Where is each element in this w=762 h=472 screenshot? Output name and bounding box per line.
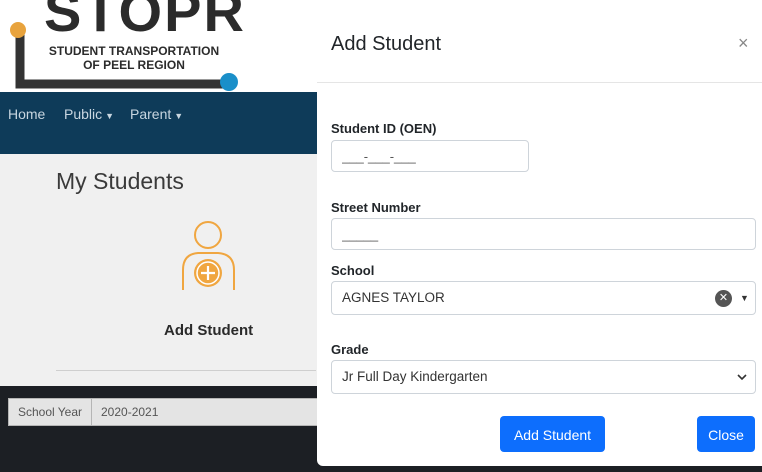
modal-header-divider — [317, 82, 762, 83]
stopr-logo[interactable]: STOPR STUDENT TRANSPORTATION OF PEEL REG… — [0, 0, 300, 92]
school-year-value: 2020-2021 — [101, 405, 159, 419]
nav-parent-label: Parent — [130, 106, 172, 122]
street-number-label: Street Number — [331, 200, 421, 215]
caret-down-icon[interactable]: ▼ — [740, 293, 749, 303]
grade-label: Grade — [331, 342, 369, 357]
logo-tagline-2: OF PEEL REGION — [83, 58, 185, 72]
add-student-link[interactable]: Add Student — [164, 322, 253, 339]
student-id-input[interactable] — [331, 140, 529, 172]
caret-down-icon: ▼ — [174, 111, 184, 121]
add-student-button[interactable]: Add Student — [500, 416, 605, 452]
nav-home[interactable]: Home — [8, 106, 45, 122]
logo-tagline-1: STUDENT TRANSPORTATION — [48, 44, 220, 58]
nav-public[interactable]: Public ▼ — [64, 106, 114, 122]
chevron-down-icon — [737, 374, 747, 381]
grade-selected-value: Jr Full Day Kindergarten — [342, 369, 488, 384]
grade-select[interactable]: Jr Full Day Kindergarten — [331, 360, 756, 394]
close-button[interactable]: Close — [697, 416, 755, 452]
student-id-label: Student ID (OEN) — [331, 121, 437, 136]
caret-down-icon: ▼ — [105, 111, 115, 121]
school-label: School — [331, 263, 375, 278]
clear-icon[interactable]: ✕ — [715, 290, 732, 307]
street-number-input[interactable] — [331, 218, 756, 250]
page-title: My Students — [56, 168, 184, 194]
modal-title: Add Student — [331, 33, 442, 55]
school-selected-value: AGNES TAYLOR — [342, 290, 445, 305]
add-student-icon[interactable] — [178, 218, 242, 294]
school-year-label: School Year — [9, 399, 92, 425]
logo-wordmark: STOPR — [44, 0, 246, 43]
close-icon[interactable]: × — [738, 34, 749, 52]
school-year-selector[interactable]: School Year 2020-2021 — [8, 398, 320, 426]
school-select[interactable]: AGNES TAYLOR ✕ ▼ — [331, 281, 756, 315]
divider — [56, 370, 316, 371]
nav-parent[interactable]: Parent ▼ — [130, 106, 183, 122]
nav-public-label: Public — [64, 106, 103, 122]
add-student-modal: Add Student × Student ID (OEN) Street Nu… — [317, 12, 762, 466]
